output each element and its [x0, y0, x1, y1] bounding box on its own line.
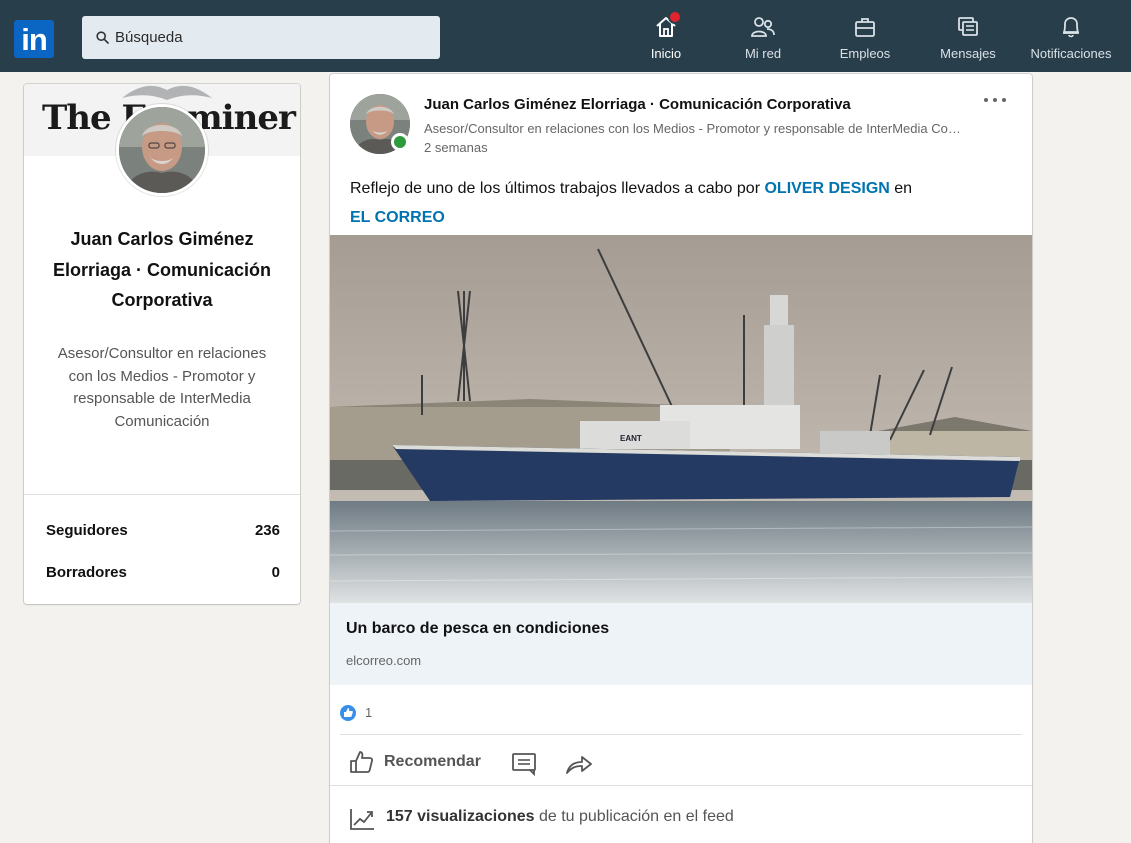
mention-link[interactable]: OLIVER DESIGN — [764, 180, 889, 197]
stat-label: Borradores — [46, 564, 127, 581]
ellipsis-icon — [1002, 98, 1006, 102]
post-author-name[interactable]: Juan Carlos Giménez Elorriaga · Comunica… — [424, 96, 851, 113]
profile-card: The Examiner Juan Carlos Giménez Elorria… — [24, 84, 300, 604]
views-suffix: de tu publicación en el feed — [534, 808, 734, 825]
divider — [330, 785, 1032, 786]
trending-chart-icon — [350, 809, 374, 830]
mention-link[interactable]: EL CORREO — [350, 209, 445, 226]
ellipsis-icon — [984, 98, 988, 102]
like-reaction-icon — [340, 705, 356, 721]
search-icon — [96, 31, 109, 44]
home-icon — [654, 10, 682, 40]
notification-badge — [668, 10, 682, 24]
divider — [24, 494, 300, 495]
nav-item-empleos[interactable]: Empleos — [830, 14, 900, 61]
nav-label: Inicio — [650, 46, 682, 61]
post-text-segment: en — [889, 180, 913, 197]
link-preview-title[interactable]: Un barco de pesca en condiciones — [346, 620, 609, 638]
views-count: 157 visualizaciones — [386, 808, 535, 825]
nav-item-mensajes[interactable]: Mensajes — [932, 14, 1004, 61]
profile-headline: Asesor/Consultor en relaciones con los M… — [57, 345, 267, 430]
nav-label: Empleos — [839, 46, 891, 61]
linkedin-logo[interactable]: in — [14, 20, 54, 58]
nav-item-inicio[interactable]: Inicio — [636, 10, 696, 61]
views-text: 157 visualizaciones de tu publicación en… — [386, 808, 734, 826]
post-text-segment: Reflejo de uno de los últimos trabajos l… — [350, 180, 765, 197]
stat-seguidores[interactable]: Seguidores 236 — [46, 522, 280, 546]
ellipsis-icon — [993, 98, 997, 102]
messages-icon — [956, 14, 980, 40]
link-preview-domain: elcorreo.com — [346, 653, 422, 668]
nav-item-mi-red[interactable]: Mi red — [732, 14, 794, 61]
post-card: Juan Carlos Giménez Elorriaga · Comunica… — [330, 74, 1032, 843]
briefcase-icon — [853, 14, 877, 40]
stat-value: 0 — [271, 564, 280, 581]
bell-icon — [1060, 14, 1082, 40]
top-navigation-bar: in Inicio Mi red — [0, 0, 1131, 72]
more-options-button[interactable] — [980, 92, 1012, 108]
nav-item-notificaciones[interactable]: Notificaciones — [1018, 14, 1124, 61]
reaction-count: 1 — [365, 705, 373, 720]
search-box[interactable] — [82, 16, 440, 59]
recommend-label: Recomendar — [384, 753, 481, 770]
online-status-indicator — [391, 133, 409, 151]
nav-label: Notificaciones — [1030, 46, 1112, 61]
comment-icon — [512, 753, 536, 776]
nav-label: Mensajes — [940, 46, 996, 61]
post-shared-image[interactable]: EANT — [330, 235, 1032, 603]
search-input[interactable] — [115, 16, 430, 59]
stat-label: Seguidores — [46, 522, 128, 539]
stat-borradores[interactable]: Borradores 0 — [46, 564, 280, 588]
thumbs-up-icon — [350, 751, 374, 773]
share-icon — [566, 756, 592, 774]
link-preview-card[interactable]: Un barco de pesca en condiciones elcorre… — [330, 603, 1032, 685]
profile-avatar[interactable] — [116, 104, 208, 196]
post-timestamp: 2 semanas — [424, 140, 488, 155]
network-icon — [750, 14, 776, 40]
ship-hull-text: EANT — [620, 434, 642, 443]
post-body-text: Reflejo de uno de los últimos trabajos l… — [350, 174, 1010, 232]
divider — [340, 734, 1022, 735]
profile-name[interactable]: Juan Carlos Giménez Elorriaga · Comunica… — [40, 224, 284, 316]
stat-value: 236 — [254, 522, 280, 539]
post-author-headline: Asesor/Consultor en relaciones con los M… — [424, 121, 964, 136]
nav-label: Mi red — [744, 46, 782, 61]
